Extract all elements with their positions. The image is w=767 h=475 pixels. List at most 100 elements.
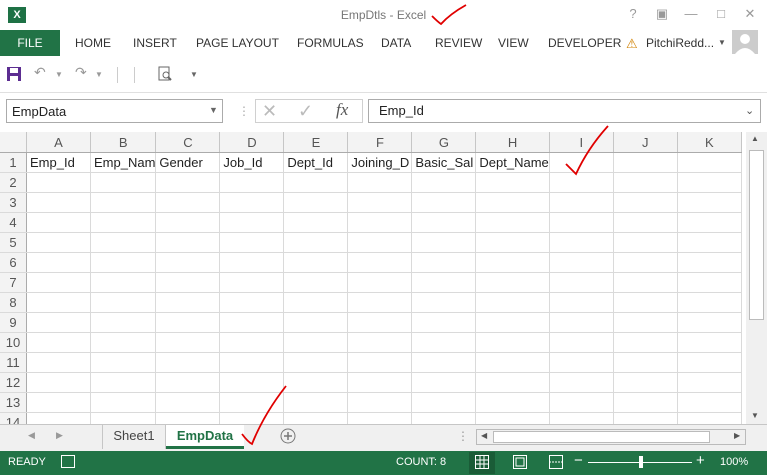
page-layout-view-icon[interactable] (513, 455, 527, 474)
row-header[interactable]: 4 (0, 212, 27, 233)
macro-record-icon[interactable] (61, 455, 75, 468)
undo-dropdown-icon[interactable]: ▼ (55, 70, 63, 90)
cell[interactable] (347, 372, 413, 393)
cell[interactable] (411, 352, 477, 373)
cell[interactable] (347, 272, 413, 293)
cell[interactable] (347, 212, 413, 233)
cell[interactable] (219, 172, 285, 193)
cell[interactable] (90, 192, 157, 213)
cell[interactable] (677, 312, 742, 333)
cell[interactable] (155, 292, 221, 313)
cell[interactable] (475, 172, 550, 193)
cell[interactable] (475, 252, 550, 273)
tab-split-icon[interactable]: ⋮ (457, 429, 469, 443)
cell[interactable] (219, 352, 285, 373)
cell[interactable] (677, 372, 742, 393)
cell[interactable] (475, 292, 550, 313)
cell[interactable] (26, 372, 91, 393)
zoom-slider-handle[interactable] (639, 456, 643, 468)
scroll-down-icon[interactable]: ▼ (751, 411, 759, 420)
spreadsheet-grid[interactable]: ABCDEFGHIJK 1 Emp_Id Emp_Nam Gender Job_Id De… (0, 132, 746, 424)
cell[interactable] (219, 252, 285, 273)
cell[interactable] (549, 392, 614, 413)
cell[interactable] (26, 312, 91, 333)
customize-qat-icon[interactable]: ▼ (190, 70, 198, 79)
cell[interactable] (549, 312, 614, 333)
cell[interactable] (677, 192, 742, 213)
cell[interactable] (90, 172, 157, 193)
cell[interactable] (155, 332, 221, 353)
row-header[interactable]: 5 (0, 232, 27, 253)
zoom-in-icon[interactable]: + (696, 452, 705, 469)
cell[interactable] (613, 412, 678, 424)
normal-view-icon[interactable] (475, 455, 489, 474)
sheet-tab-sheet1[interactable]: Sheet1 (102, 425, 166, 449)
maximize-icon[interactable]: □ (710, 4, 732, 24)
tab-page-layout[interactable]: PAGE LAYOUT (196, 30, 279, 56)
column-header[interactable]: C (155, 132, 221, 153)
cell[interactable] (155, 192, 221, 213)
cell[interactable] (411, 272, 477, 293)
cell[interactable] (613, 272, 678, 293)
cell[interactable] (677, 412, 742, 424)
avatar[interactable] (732, 30, 758, 54)
print-preview-icon[interactable] (157, 66, 173, 87)
cell[interactable] (411, 192, 477, 213)
cell[interactable] (411, 312, 477, 333)
cell[interactable] (26, 212, 91, 233)
cell[interactable] (677, 172, 742, 193)
cell[interactable] (549, 212, 614, 233)
cell[interactable] (219, 192, 285, 213)
tab-file[interactable]: FILE (0, 30, 60, 56)
column-header[interactable]: B (90, 132, 157, 153)
tab-home[interactable]: HOME (75, 30, 111, 56)
cell[interactable] (155, 252, 221, 273)
cell[interactable] (283, 192, 349, 213)
scroll-left-icon[interactable]: ◀ (481, 431, 487, 440)
help-icon[interactable]: ? (622, 4, 644, 24)
cell[interactable] (549, 292, 614, 313)
cell[interactable] (26, 332, 91, 353)
close-icon[interactable]: ✕ (739, 4, 761, 24)
cell[interactable] (155, 372, 221, 393)
cell[interactable]: Basic_Sal (411, 152, 477, 173)
cell[interactable] (411, 232, 477, 253)
cell[interactable]: Joining_D (347, 152, 413, 173)
ribbon-display-options-icon[interactable]: ▣ (651, 4, 673, 24)
cell[interactable] (613, 172, 678, 193)
cell[interactable] (347, 232, 413, 253)
cell[interactable] (411, 332, 477, 353)
cell[interactable] (26, 352, 91, 373)
cell[interactable] (90, 292, 157, 313)
cell[interactable] (677, 272, 742, 293)
undo-icon[interactable]: ↶ (34, 64, 46, 84)
minimize-icon[interactable]: — (680, 4, 702, 24)
tab-developer[interactable]: DEVELOPER (548, 30, 621, 56)
cell[interactable] (411, 212, 477, 233)
redo-icon[interactable]: ↷ (75, 64, 87, 84)
cell[interactable] (26, 292, 91, 313)
cell[interactable]: Emp_Nam (90, 152, 157, 173)
cell[interactable] (347, 292, 413, 313)
cell[interactable] (155, 232, 221, 253)
cell[interactable] (411, 392, 477, 413)
cell[interactable] (90, 392, 157, 413)
cell[interactable] (26, 412, 91, 424)
column-header[interactable]: J (613, 132, 678, 153)
column-header[interactable]: F (347, 132, 413, 153)
tab-review[interactable]: REVIEW (435, 30, 482, 56)
cell[interactable] (283, 312, 349, 333)
cell[interactable] (26, 192, 91, 213)
cell[interactable] (411, 412, 477, 424)
redo-dropdown-icon[interactable]: ▼ (95, 70, 103, 90)
cell[interactable]: Job_Id (219, 152, 285, 173)
cell[interactable] (26, 232, 91, 253)
row-header[interactable]: 3 (0, 192, 27, 213)
cell[interactable] (613, 312, 678, 333)
user-dropdown-icon[interactable]: ▼ (718, 38, 726, 47)
cell[interactable] (411, 172, 477, 193)
column-header[interactable]: E (283, 132, 349, 153)
cell[interactable]: Dept_Id (283, 152, 349, 173)
cell[interactable]: Dept_Name (475, 152, 550, 173)
cell[interactable] (549, 272, 614, 293)
